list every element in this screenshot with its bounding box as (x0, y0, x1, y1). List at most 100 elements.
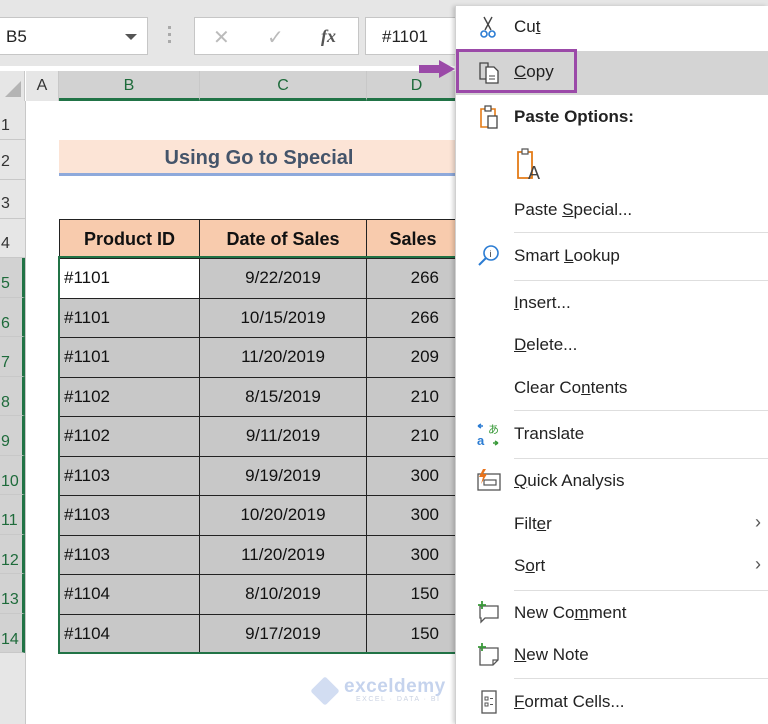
cell-product-id[interactable]: #1104 (59, 574, 200, 615)
header-product-id[interactable]: Product ID (59, 219, 200, 259)
cell-product-id[interactable]: #1104 (59, 613, 200, 654)
cell-product-id[interactable]: #1101 (59, 297, 200, 338)
cell-product-id[interactable]: #1102 (59, 376, 200, 417)
select-all-button[interactable] (0, 71, 25, 101)
enter-icon[interactable]: ✓ (267, 25, 284, 50)
menu-item-clear-contents[interactable]: Clear Contents (456, 367, 768, 409)
callout-arrow-icon (419, 60, 455, 78)
cell-sales[interactable]: 150 (366, 613, 460, 654)
menu-item-copy[interactable]: Copy (456, 51, 768, 95)
cell-product-id[interactable]: #1103 (59, 495, 200, 536)
cell-product-id[interactable]: #1103 (59, 534, 200, 575)
row-header-12[interactable]: 12 (0, 534, 25, 574)
cell-product-id[interactable]: #1103 (59, 455, 200, 496)
menu-item-quick-analysis[interactable]: Quick Analysis (456, 460, 768, 502)
column-header-a[interactable]: A (26, 71, 59, 101)
table-row: #1101 11/20/2019 209 (59, 337, 460, 378)
menu-item-sort[interactable]: Sort › (456, 545, 768, 587)
submenu-arrow-icon: › (755, 512, 761, 532)
context-menu: Cut Copy Paste Options: A Paste Special.… (455, 6, 768, 724)
cell-sales[interactable]: 300 (366, 534, 460, 575)
cell-date[interactable]: 8/10/2019 (199, 574, 367, 615)
cell-product-id-active[interactable]: #1101 (59, 258, 200, 299)
menu-item-new-note[interactable]: New Note (456, 634, 768, 676)
menu-item-format-cells[interactable]: Format Cells... (456, 681, 768, 723)
table-row: #1103 9/19/2019 300 (59, 455, 460, 496)
formula-bar-grip-icon[interactable] (168, 26, 172, 46)
row-header-9[interactable]: 9 (0, 416, 25, 456)
row-header-2[interactable]: 2 (0, 140, 25, 180)
copy-icon (479, 62, 499, 84)
menu-label-translate: Translate (514, 424, 585, 443)
cell-date[interactable]: 11/20/2019 (199, 534, 367, 575)
cell-sales[interactable]: 266 (366, 297, 460, 338)
cell-sales[interactable]: 300 (366, 495, 460, 536)
menu-item-insert[interactable]: Insert... (456, 282, 768, 324)
menu-label-cut: Cut (514, 17, 541, 36)
row-header-14[interactable]: 14 (0, 613, 25, 653)
menu-label-new-comment: New Comment (514, 603, 627, 622)
cell-product-id[interactable]: #1102 (59, 416, 200, 457)
row-header-1[interactable]: 1 (0, 101, 25, 140)
menu-item-cut[interactable]: Cut (456, 6, 768, 48)
menu-label-copy: Copy (514, 62, 554, 81)
column-header-b[interactable]: B (59, 71, 200, 101)
cell-sales[interactable]: 210 (366, 416, 460, 457)
row-header-11[interactable]: 11 (0, 495, 25, 535)
menu-separator (514, 590, 768, 591)
menu-label-paste-special: Paste Special... (514, 200, 633, 219)
cell-date[interactable]: 10/15/2019 (199, 297, 367, 338)
menu-separator (514, 678, 768, 679)
cell-date[interactable]: 10/20/2019 (199, 495, 367, 536)
menu-label-delete: Delete... (514, 335, 578, 354)
submenu-arrow-icon: › (755, 554, 761, 574)
row-header-6[interactable]: 6 (0, 297, 25, 337)
menu-separator (514, 232, 768, 233)
sales-table: Product ID Date of Sales Sales #1101 9/2… (59, 219, 460, 654)
formula-input[interactable]: #1101 (365, 17, 465, 55)
menu-item-paste-special[interactable]: Paste Special... (456, 189, 768, 231)
menu-label-paste-options: Paste Options: (514, 107, 634, 126)
header-date-of-sales[interactable]: Date of Sales (199, 219, 367, 259)
cell-sales[interactable]: 209 (366, 337, 460, 378)
insert-function-icon[interactable]: fx (321, 26, 336, 47)
column-header-c[interactable]: C (200, 71, 367, 101)
row-header-8[interactable]: 8 (0, 376, 25, 416)
row-header-10[interactable]: 10 (0, 455, 25, 495)
menu-label-smart-lookup: Smart Lookup (514, 246, 620, 265)
cell-date[interactable]: 11/20/2019 (199, 337, 367, 378)
paste-keep-text-only-icon[interactable]: A (514, 146, 548, 184)
row-header-5[interactable]: 5 (0, 258, 25, 298)
row-header-4[interactable]: 4 (0, 219, 25, 258)
row-header-empty (0, 653, 25, 724)
header-sales[interactable]: Sales (366, 219, 460, 259)
cell-date[interactable]: 9/22/2019 (199, 258, 367, 299)
cell-sales[interactable]: 150 (366, 574, 460, 615)
menu-item-filter[interactable]: Filter › (456, 503, 768, 545)
cell-date[interactable]: 9/11/2019 (199, 416, 367, 457)
menu-item-translate[interactable]: a あ Translate (456, 413, 768, 455)
sheet-title[interactable]: Using Go to Special (59, 140, 459, 176)
cell-date[interactable]: 8/15/2019 (199, 376, 367, 417)
cell-sales[interactable]: 266 (366, 258, 460, 299)
cell-date[interactable]: 9/17/2019 (199, 613, 367, 654)
row-header-13[interactable]: 13 (0, 574, 25, 614)
name-box[interactable]: B5 (0, 17, 148, 55)
row-header-3[interactable]: 3 (0, 180, 25, 219)
menu-item-smart-lookup[interactable]: i Smart Lookup (456, 235, 768, 277)
row-header-7[interactable]: 7 (0, 337, 25, 377)
select-all-triangle-icon (5, 81, 21, 97)
menu-item-new-comment[interactable]: New Comment (456, 592, 768, 634)
smart-lookup-icon: i (478, 245, 499, 266)
menu-separator (514, 280, 768, 281)
name-box-dropdown-icon[interactable] (125, 34, 137, 40)
cell-sales[interactable]: 210 (366, 376, 460, 417)
cell-product-id[interactable]: #1101 (59, 337, 200, 378)
menu-label-filter: Filter (514, 514, 552, 533)
formula-value: #1101 (382, 27, 429, 46)
cancel-icon[interactable]: ✕ (213, 25, 230, 50)
name-box-value: B5 (6, 27, 27, 46)
menu-item-delete[interactable]: Delete... (456, 324, 768, 366)
cell-date[interactable]: 9/19/2019 (199, 455, 367, 496)
cell-sales[interactable]: 300 (366, 455, 460, 496)
